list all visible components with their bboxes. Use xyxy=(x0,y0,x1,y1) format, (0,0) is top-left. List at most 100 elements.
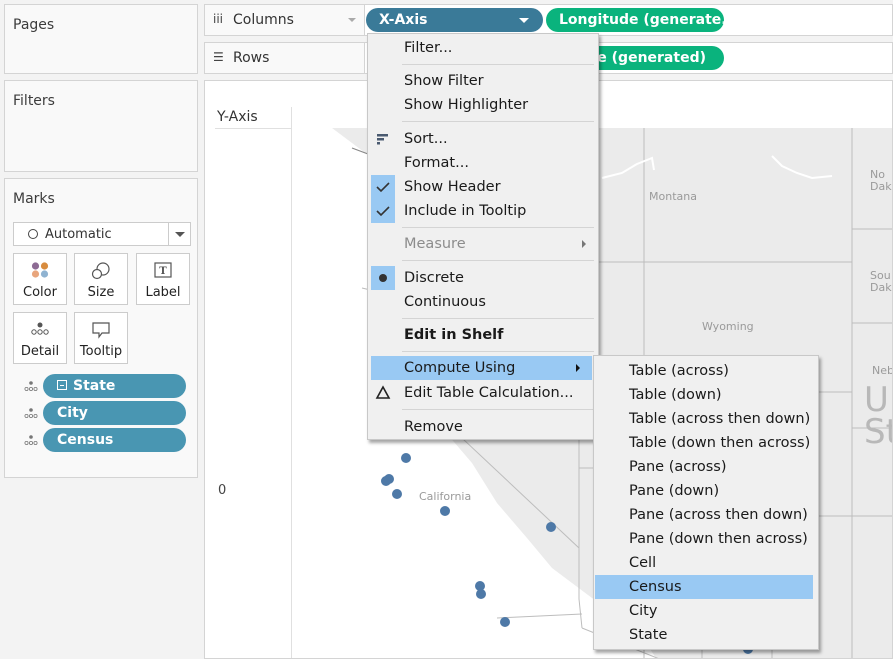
header-divider xyxy=(215,128,295,129)
menu-item-label: Show Header xyxy=(404,179,501,195)
mark-type-value: Automatic xyxy=(45,227,112,242)
color-button[interactable]: Color xyxy=(13,253,67,305)
menu-item-include-in-tooltip[interactable]: Include in Tooltip xyxy=(368,199,598,223)
data-point[interactable] xyxy=(476,589,486,599)
menu-item-label: Show Highlighter xyxy=(404,97,529,113)
data-point[interactable] xyxy=(401,453,411,463)
x-axis-pill[interactable]: X-Axis xyxy=(366,8,543,32)
state-pill[interactable]: State xyxy=(43,374,186,398)
map-label-nebraska: Neb xyxy=(872,364,893,377)
city-pill[interactable]: City xyxy=(43,401,186,425)
menu-item-show-highlighter[interactable]: Show Highlighter xyxy=(368,93,598,117)
marks-pill-city[interactable]: City xyxy=(5,401,199,425)
menu-separator xyxy=(402,64,594,65)
submenu-arrow-icon xyxy=(576,364,580,372)
menu-item-discrete[interactable]: Discrete xyxy=(368,266,598,290)
submenu-item-label: Pane (down) xyxy=(629,483,720,499)
label-button[interactable]: T Label xyxy=(136,253,190,305)
menu-item-edit-table-calculation[interactable]: Edit Table Calculation... xyxy=(368,381,598,405)
map-label-montana: Montana xyxy=(649,190,697,203)
data-point[interactable] xyxy=(440,506,450,516)
menu-item-format[interactable]: Format... xyxy=(368,151,598,175)
detail-label: Detail xyxy=(20,344,60,359)
menu-item-label: Filter... xyxy=(404,40,453,56)
submenu-item-table-across-then-down[interactable]: Table (across then down) xyxy=(595,407,813,431)
menu-item-label: Edit in Shelf xyxy=(404,327,504,343)
filters-title: Filters xyxy=(13,93,55,109)
speech-bubble-icon xyxy=(92,322,110,339)
menu-item-label: Measure xyxy=(404,236,466,252)
detail-dots-icon xyxy=(24,435,38,446)
tooltip-button[interactable]: Tooltip xyxy=(74,312,128,364)
menu-item-edit-in-shelf[interactable]: Edit in Shelf xyxy=(368,323,598,347)
menu-item-label: Include in Tooltip xyxy=(404,203,527,219)
menu-item-sort[interactable]: Sort... xyxy=(368,127,598,151)
compute-using-submenu: Table (across) Table (down) Table (acros… xyxy=(593,355,819,650)
submenu-item-census[interactable]: Census xyxy=(595,575,813,599)
detail-button[interactable]: Detail xyxy=(13,312,67,364)
sort-icon xyxy=(371,127,395,151)
size-shapes-icon xyxy=(91,262,110,280)
mark-type-dropdown[interactable]: Automatic xyxy=(13,222,191,246)
map-label-united-states-2: St xyxy=(864,412,893,452)
submenu-item-label: Table (down then across) xyxy=(629,435,811,451)
y-axis-header[interactable]: Y-Axis xyxy=(217,109,258,125)
data-point[interactable] xyxy=(546,522,556,532)
y-axis-value[interactable]: 0 xyxy=(218,483,226,498)
menu-item-continuous[interactable]: Continuous xyxy=(368,290,598,314)
chevron-down-icon[interactable] xyxy=(519,18,529,23)
map-label-north-dakota-2: Dak xyxy=(870,180,892,193)
size-button[interactable]: Size xyxy=(74,253,128,305)
detail-dots-icon xyxy=(31,322,49,335)
submenu-item-pane-across[interactable]: Pane (across) xyxy=(595,455,813,479)
x-axis-pill-label: X-Axis xyxy=(379,12,428,28)
data-point[interactable] xyxy=(384,474,394,484)
detail-dots-icon xyxy=(24,408,38,419)
columns-icon: iii xyxy=(213,12,224,26)
check-icon xyxy=(371,199,395,223)
menu-item-show-filter[interactable]: Show Filter xyxy=(368,69,598,93)
menu-separator xyxy=(402,227,594,228)
menu-item-show-header[interactable]: Show Header xyxy=(368,175,598,199)
menu-item-label: Format... xyxy=(404,155,469,171)
submenu-item-label: Table (across then down) xyxy=(629,411,811,427)
chevron-down-icon[interactable] xyxy=(168,223,190,245)
detail-dots-icon xyxy=(24,381,38,392)
submenu-item-table-down[interactable]: Table (down) xyxy=(595,383,813,407)
submenu-item-pane-across-then-down[interactable]: Pane (across then down) xyxy=(595,503,813,527)
submenu-item-label: Pane (down then across) xyxy=(629,531,808,547)
census-pill[interactable]: Census xyxy=(43,428,186,452)
submenu-item-state[interactable]: State xyxy=(595,623,813,647)
submenu-item-cell[interactable]: Cell xyxy=(595,551,813,575)
submenu-item-table-across[interactable]: Table (across) xyxy=(595,359,813,383)
submenu-item-label: Pane (across then down) xyxy=(629,507,808,523)
submenu-item-label: Cell xyxy=(629,555,657,571)
map-label-wyoming: Wyoming xyxy=(702,320,754,333)
submenu-item-label: Census xyxy=(629,579,682,595)
menu-separator xyxy=(402,121,594,122)
label-label: Label xyxy=(145,285,181,300)
submenu-item-city[interactable]: City xyxy=(595,599,813,623)
menu-item-label: Continuous xyxy=(404,294,486,310)
submenu-item-table-down-then-across[interactable]: Table (down then across) xyxy=(595,431,813,455)
menu-item-filter[interactable]: Filter... xyxy=(368,36,598,60)
submenu-item-label: State xyxy=(629,627,668,643)
submenu-item-pane-down-then-across[interactable]: Pane (down then across) xyxy=(595,527,813,551)
marks-pill-census[interactable]: Census xyxy=(5,428,199,452)
menu-item-remove[interactable]: Remove xyxy=(368,415,598,439)
marks-pill-state[interactable]: State xyxy=(5,374,199,398)
rows-icon: ☰ xyxy=(213,50,224,64)
collapse-icon[interactable] xyxy=(57,380,67,390)
city-pill-label: City xyxy=(57,405,88,421)
data-point[interactable] xyxy=(500,617,510,627)
columns-shelf-label: iii Columns xyxy=(205,5,365,35)
filters-card[interactable]: Filters xyxy=(4,80,198,172)
longitude-pill[interactable]: Longitude (generate.. xyxy=(546,8,724,32)
data-point[interactable] xyxy=(392,489,402,499)
menu-item-compute-using[interactable]: Compute Using xyxy=(371,356,592,380)
submenu-item-pane-down[interactable]: Pane (down) xyxy=(595,479,813,503)
menu-separator xyxy=(402,409,594,410)
size-label: Size xyxy=(87,285,115,300)
pages-card[interactable]: Pages xyxy=(4,4,198,74)
chevron-down-icon[interactable] xyxy=(348,18,356,22)
